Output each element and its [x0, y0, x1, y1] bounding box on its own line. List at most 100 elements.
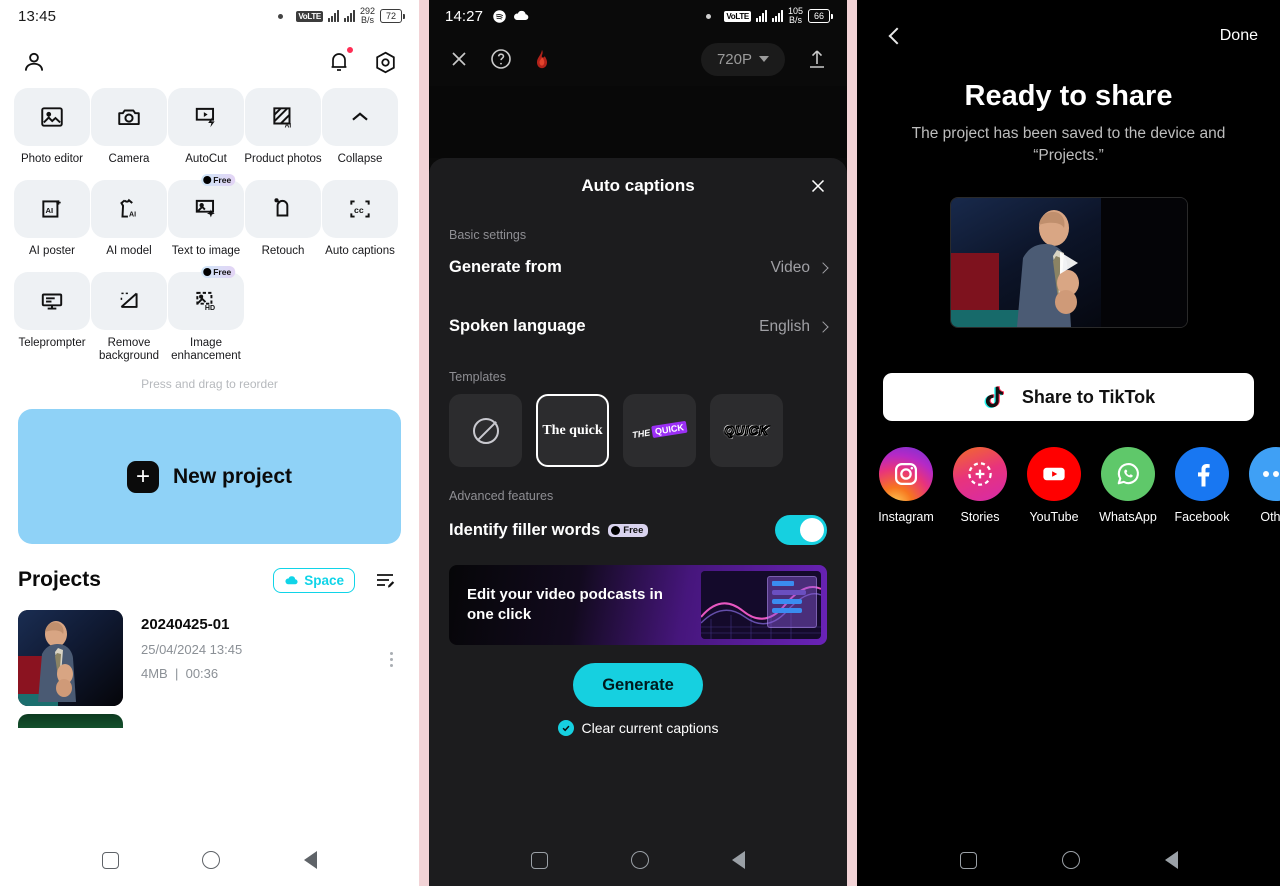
projects-header: Projects Space [0, 544, 419, 602]
promo-banner[interactable]: Edit your video podcasts in one click [449, 565, 827, 645]
auto-captions-sheet: Auto captions Basic settings Generate fr… [429, 158, 847, 886]
instagram-icon[interactable] [879, 447, 933, 501]
home-icon[interactable] [1061, 851, 1080, 869]
tool-icon-box[interactable]: AI [14, 180, 90, 238]
setting-label: Spoken language [449, 317, 586, 335]
tool-label: Text to image [171, 245, 241, 257]
tool-photo-editor[interactable]: Photo editor [14, 88, 90, 166]
tool-product-photos[interactable]: AI Product photos [244, 88, 322, 166]
android-nav-bar [429, 834, 847, 886]
share-target-instagram[interactable]: Instagram [878, 447, 934, 524]
tool-teleprompter[interactable]: Teleprompter [14, 272, 90, 363]
promo-card [767, 576, 817, 628]
back-icon[interactable] [732, 851, 746, 869]
play-icon[interactable] [1059, 251, 1078, 274]
share-to-tiktok-button[interactable]: Share to TikTok [883, 373, 1254, 421]
captions-icon: cc [350, 200, 370, 218]
clear-current-captions-option[interactable]: Clear current captions [429, 707, 847, 736]
tool-camera[interactable]: Camera [91, 88, 167, 166]
kebab-menu-icon[interactable] [381, 610, 401, 667]
tool-icon-box[interactable]: cc [322, 180, 398, 238]
done-button[interactable]: Done [1220, 27, 1258, 45]
template-serif[interactable]: The quick [536, 394, 609, 467]
close-icon[interactable] [807, 175, 829, 197]
tool-icon-box[interactable] [14, 272, 90, 330]
tool-auto-captions[interactable]: cc Auto captions [322, 180, 398, 258]
youtube-icon[interactable] [1027, 447, 1081, 501]
whatsapp-icon[interactable] [1101, 447, 1155, 501]
setting-spoken-language[interactable]: Spoken language English [429, 291, 847, 350]
chevron-left-icon[interactable] [888, 27, 906, 45]
tool-icon-box[interactable] [91, 272, 167, 330]
close-icon[interactable] [447, 47, 471, 71]
tool-icon-box[interactable] [245, 180, 321, 238]
page-title: Projects [18, 568, 101, 591]
video-canvas[interactable] [429, 86, 847, 158]
status-bar-time: 13:45 [18, 7, 57, 25]
tool-icon-box[interactable] [168, 88, 244, 146]
tool-label: Auto captions [325, 245, 395, 257]
back-icon[interactable] [304, 851, 318, 869]
gear-icon[interactable] [369, 46, 401, 78]
new-project-button[interactable]: + New project [18, 409, 401, 544]
share-target-whatsapp[interactable]: WhatsApp [1099, 447, 1157, 524]
tool-text-to-image[interactable]: Free Text to image [168, 174, 244, 258]
template-highlight[interactable]: THE QUICK [623, 394, 696, 467]
tool-row-2: AI AI poster AI AI model Free Text to im… [14, 174, 405, 258]
tool-ai-model[interactable]: AI AI model [91, 180, 167, 258]
tool-icon-box[interactable]: AI [91, 180, 167, 238]
spotify-icon [493, 9, 506, 23]
back-icon[interactable] [1164, 851, 1178, 869]
resolution-selector[interactable]: 720P [700, 42, 785, 76]
tool-icon-box[interactable] [14, 88, 90, 146]
template-outline[interactable]: QUICK [710, 394, 783, 467]
flame-icon[interactable] [531, 47, 553, 71]
upload-icon[interactable] [805, 47, 829, 71]
filler-words-toggle[interactable] [775, 515, 827, 545]
share-target-youtube[interactable]: YouTube [1027, 447, 1081, 524]
space-button[interactable]: Space [273, 567, 355, 593]
facebook-icon[interactable] [1175, 447, 1229, 501]
tool-retouch[interactable]: Retouch [245, 180, 321, 258]
tool-remove-background[interactable]: Remove background [91, 272, 167, 363]
tool-grid: Photo editor Camera AutoCut AI Product p… [0, 84, 419, 363]
share-target-stories[interactable]: Stories [953, 447, 1007, 524]
checkbox-checked-icon[interactable] [557, 720, 574, 736]
setting-identify-filler-words[interactable]: Identify filler words Free [429, 503, 847, 553]
status-bar-time: 14:27 [445, 7, 484, 25]
template-none[interactable] [449, 394, 522, 467]
tool-image-enhancement[interactable]: Free HD Image enhancement [168, 266, 244, 363]
tool-icon-box[interactable] [91, 88, 167, 146]
recent-apps-icon[interactable] [530, 851, 548, 869]
video-preview[interactable] [949, 197, 1188, 328]
setting-value: Video [770, 258, 810, 276]
more-dots-icon[interactable] [1249, 447, 1280, 501]
project-list-item[interactable]: 20240425-01 25/04/2024 13:45 4MB | 00:36 [0, 602, 419, 706]
new-project-label: New project [172, 464, 293, 488]
tool-label: Collapse [337, 153, 383, 165]
bell-icon[interactable] [323, 46, 355, 78]
sort-edit-icon[interactable] [369, 564, 401, 596]
question-circle-icon[interactable] [489, 47, 513, 71]
tool-collapse[interactable]: Collapse [322, 88, 398, 166]
profile-icon[interactable] [18, 46, 50, 78]
share-target-facebook[interactable]: Facebook [1175, 447, 1229, 524]
generate-button[interactable]: Generate [573, 663, 703, 707]
project-thumbnail[interactable] [18, 610, 123, 706]
tool-icon-box[interactable]: AI [245, 88, 321, 146]
tool-autocut[interactable]: AutoCut [168, 88, 244, 166]
setting-generate-from[interactable]: Generate from Video [429, 242, 847, 291]
tool-label: Photo editor [20, 153, 83, 165]
share-target-other[interactable]: Other [1249, 447, 1280, 524]
tool-icon-box[interactable] [322, 88, 398, 146]
tool-ai-poster[interactable]: AI AI poster [14, 180, 90, 258]
recent-apps-icon[interactable] [101, 851, 119, 869]
project-list-item-partial[interactable] [18, 714, 123, 728]
tool-icon-box[interactable]: Free HD [168, 266, 244, 330]
home-icon[interactable] [630, 851, 649, 869]
recent-apps-icon[interactable] [959, 851, 977, 869]
ai-shirt-icon: AI [120, 198, 136, 219]
home-icon[interactable] [202, 851, 221, 869]
tool-icon-box[interactable]: Free [168, 174, 244, 238]
instagram-stories-icon[interactable] [953, 447, 1007, 501]
